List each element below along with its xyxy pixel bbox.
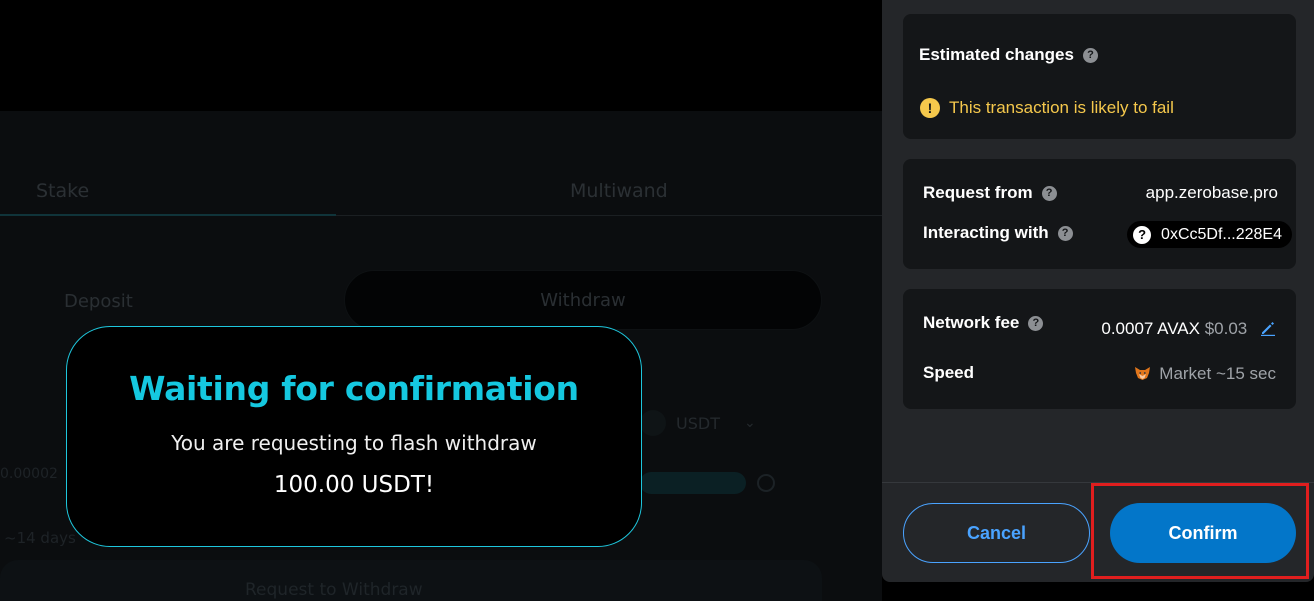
request-from-label: Request from? <box>923 183 1057 203</box>
tab-multiwand[interactable]: Multiwand <box>570 180 668 202</box>
subtab-deposit[interactable]: Deposit <box>64 271 144 331</box>
edit-icon[interactable] <box>1260 320 1276 336</box>
waiting-modal: Waiting for confirmation You are request… <box>66 326 642 547</box>
tab-stake[interactable]: Stake <box>36 180 89 202</box>
fee-card: Network fee? 0.0007 AVAX $0.03 Speed Mar… <box>903 289 1296 409</box>
subtab-withdraw[interactable]: Withdraw <box>344 270 822 330</box>
fail-warning: ! This transaction is likely to fail <box>920 98 1174 118</box>
info-icon[interactable]: ? <box>1041 186 1057 201</box>
balance-text: 0.00002 <box>0 466 58 482</box>
contract-address-pill[interactable]: ? 0xCc5Df...228E4 <box>1127 221 1292 248</box>
warning-text: This transaction is likely to fail <box>949 98 1174 117</box>
confirm-highlight-annotation <box>1091 483 1309 579</box>
warning-icon: ! <box>920 98 940 118</box>
request-from-value: app.zerobase.pro <box>1145 183 1278 202</box>
token-label: USDT <box>676 413 720 433</box>
token-selector[interactable]: USDT ⌄ <box>640 410 756 436</box>
contract-address: 0xCc5Df...228E4 <box>1161 225 1282 243</box>
main-tabs: Stake Multiwand <box>0 160 882 216</box>
speed-label: Speed <box>923 363 975 382</box>
app-header <box>0 0 882 111</box>
speed-value: Market ~15 sec <box>1134 364 1276 384</box>
info-icon[interactable]: ? <box>1057 226 1073 241</box>
chevron-down-icon: ⌄ <box>743 415 756 431</box>
estimated-changes-label: Estimated changes? <box>919 45 1098 65</box>
question-icon: ? <box>1133 225 1152 244</box>
token-icon <box>640 410 666 436</box>
speed-market: Market <box>1159 364 1212 383</box>
request-card: Request from? app.zerobase.pro Interacti… <box>903 159 1296 269</box>
help-icon[interactable] <box>757 474 775 492</box>
fee-amount: 0.0007 AVAX <box>1101 319 1200 338</box>
interacting-with-label: Interacting with? <box>923 223 1073 243</box>
amount-bar <box>640 472 746 494</box>
speed-time: ~15 sec <box>1215 364 1276 383</box>
waiting-title: Waiting for confirmation <box>129 369 579 408</box>
waiting-amount: 100.00 USDT! <box>273 472 435 498</box>
active-tab-indicator <box>0 214 336 216</box>
fox-icon <box>1135 367 1151 380</box>
days-text: ~14 days <box>4 529 76 547</box>
cancel-button[interactable]: Cancel <box>903 503 1090 563</box>
waiting-message: You are requesting to flash withdraw <box>171 431 537 455</box>
network-fee-label: Network fee? <box>923 313 1044 333</box>
estimated-changes-card: Estimated changes? ! This transaction is… <box>903 14 1296 139</box>
info-icon[interactable]: ? <box>1028 316 1044 331</box>
fee-fiat: $0.03 <box>1204 319 1248 338</box>
request-withdraw-label: Request to Withdraw <box>245 580 423 600</box>
network-fee-value: 0.0007 AVAX $0.03 <box>1101 319 1276 339</box>
info-icon[interactable]: ? <box>1082 48 1098 63</box>
